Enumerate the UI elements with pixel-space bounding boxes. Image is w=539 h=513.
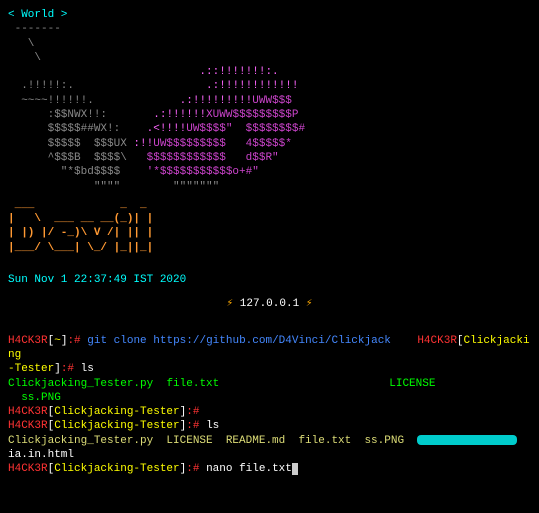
- cmd-nano[interactable]: H4CK3R[Clickjacking-Tester]:# nano file.…: [8, 462, 531, 476]
- world-header: < World >: [8, 8, 531, 22]
- ls-output-ia: ia.in.html: [8, 448, 531, 462]
- datetime: Sun Nov 1 22:37:49 IST 2020: [8, 273, 531, 287]
- prompt-empty-1: H4CK3R[Clickjacking-Tester]:#: [8, 405, 531, 419]
- cmd-ls-2: H4CK3R[Clickjacking-Tester]:# ls: [8, 419, 531, 433]
- highlight-marker: [417, 435, 517, 445]
- ls-output-1: Clickjacking_Tester.py file.txtLICENSE: [8, 377, 531, 391]
- ls-output-2: Clickjacking_Tester.py LICENSE README.md…: [8, 434, 531, 448]
- terminal-commands[interactable]: H4CK3R[~]:# git clone https://github.com…: [8, 334, 531, 477]
- bolt-icon: ⚡: [306, 298, 313, 310]
- cursor: [292, 463, 298, 475]
- ls-output-ss: ss.PNG: [8, 391, 531, 405]
- cmd-git-clone: H4CK3R[~]:# git clone https://github.com…: [8, 334, 531, 363]
- devil-logo: ___ _ _ | \ ___ __ __(_)| | | |) |/ -_)\…: [8, 198, 531, 255]
- cmd-ls: -Tester]:# ls: [8, 362, 531, 376]
- ascii-art: ------- \ \ .::!!!!!!!:. .!!!!!:. .:!!!!…: [8, 22, 531, 194]
- ip-line: ⚡ 127.0.0.1 ⚡: [8, 297, 531, 311]
- ip-address: 127.0.0.1: [240, 298, 299, 310]
- bolt-icon: ⚡: [227, 298, 234, 310]
